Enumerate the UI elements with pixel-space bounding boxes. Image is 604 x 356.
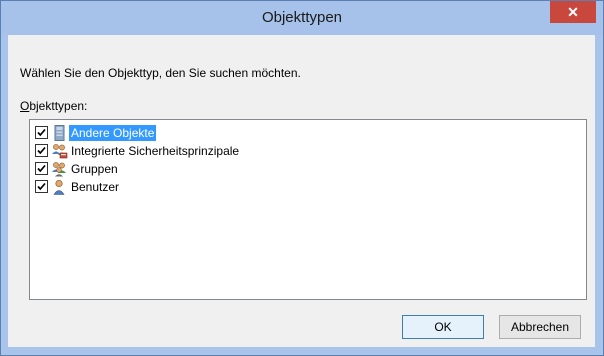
- list-item-integrierte-sicherheitsprinzipale[interactable]: Integrierte Sicherheitsprinzipale: [35, 142, 241, 159]
- groups-icon: [51, 161, 68, 177]
- other-objects-icon: [51, 124, 68, 141]
- instruction-text: Wählen Sie den Objekttyp, den Sie suchen…: [20, 66, 301, 80]
- accelerator-letter: O: [20, 99, 30, 113]
- dialog-title: Objekttypen: [261, 9, 343, 26]
- item-label: Integrierte Sicherheitsprinzipale: [71, 143, 240, 158]
- item-label: Andere Objekte: [69, 124, 157, 141]
- dialog-body: Wählen Sie den Objekttyp, den Sie suchen…: [8, 35, 595, 347]
- item-label: Benutzer: [71, 179, 120, 194]
- title-bar[interactable]: Objekttypen ✕: [1, 1, 603, 35]
- ok-button[interactable]: OK: [402, 315, 484, 339]
- checkbox-benutzer[interactable]: [35, 180, 48, 193]
- item-label: Gruppen: [71, 161, 118, 176]
- close-button[interactable]: ✕: [550, 1, 596, 23]
- list-item-benutzer[interactable]: Benutzer: [35, 178, 121, 195]
- cancel-button[interactable]: Abbrechen: [499, 315, 581, 339]
- checkbox-gruppen[interactable]: [35, 162, 48, 175]
- security-principals-icon: [51, 143, 68, 159]
- user-icon: [51, 179, 68, 195]
- label-rest: bjekttypen:: [29, 99, 88, 113]
- object-types-list[interactable]: Andere Objekte Integrierte Sicherheitspr…: [29, 119, 587, 300]
- dialog-window: Objekttypen ✕ Wählen Sie den Objekttyp, …: [0, 0, 604, 356]
- checkbox-integrierte-sicherheitsprinzipale[interactable]: [35, 144, 48, 157]
- checkbox-andere-objekte[interactable]: [35, 126, 48, 139]
- object-types-label: Objekttypen:: [20, 99, 87, 113]
- list-item-andere-objekte[interactable]: Andere Objekte: [35, 124, 157, 141]
- list-item-gruppen[interactable]: Gruppen: [35, 160, 120, 177]
